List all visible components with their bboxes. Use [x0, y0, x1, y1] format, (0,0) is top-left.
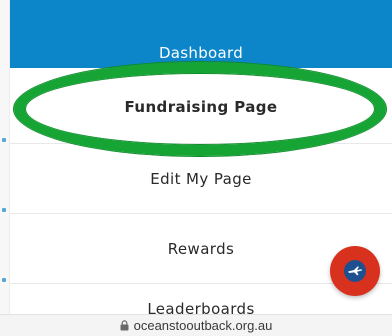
plane-icon	[344, 260, 366, 282]
floating-action-button[interactable]	[330, 246, 380, 296]
menu-item-label: Edit My Page	[150, 169, 252, 188]
edge-marker	[2, 278, 6, 282]
dashboard-label: Dashboard	[158, 44, 244, 62]
dashboard-tab[interactable]: Dashboard	[10, 0, 392, 68]
screen: Dashboard Fundraising Page Edit My Page …	[0, 0, 392, 336]
edge-marker	[2, 208, 6, 212]
left-edge-strip	[0, 0, 10, 336]
edge-marker	[2, 138, 6, 142]
menu-item-fundraising-page[interactable]: Fundraising Page	[10, 70, 392, 144]
browser-url-bar[interactable]: oceanstooutback.org.au	[0, 314, 392, 336]
lock-icon	[120, 320, 129, 331]
menu-item-label: Rewards	[167, 239, 235, 258]
menu-item-edit-my-page[interactable]: Edit My Page	[10, 144, 392, 214]
menu-item-label: Fundraising Page	[124, 97, 278, 116]
url-text: oceanstooutback.org.au	[133, 318, 273, 333]
